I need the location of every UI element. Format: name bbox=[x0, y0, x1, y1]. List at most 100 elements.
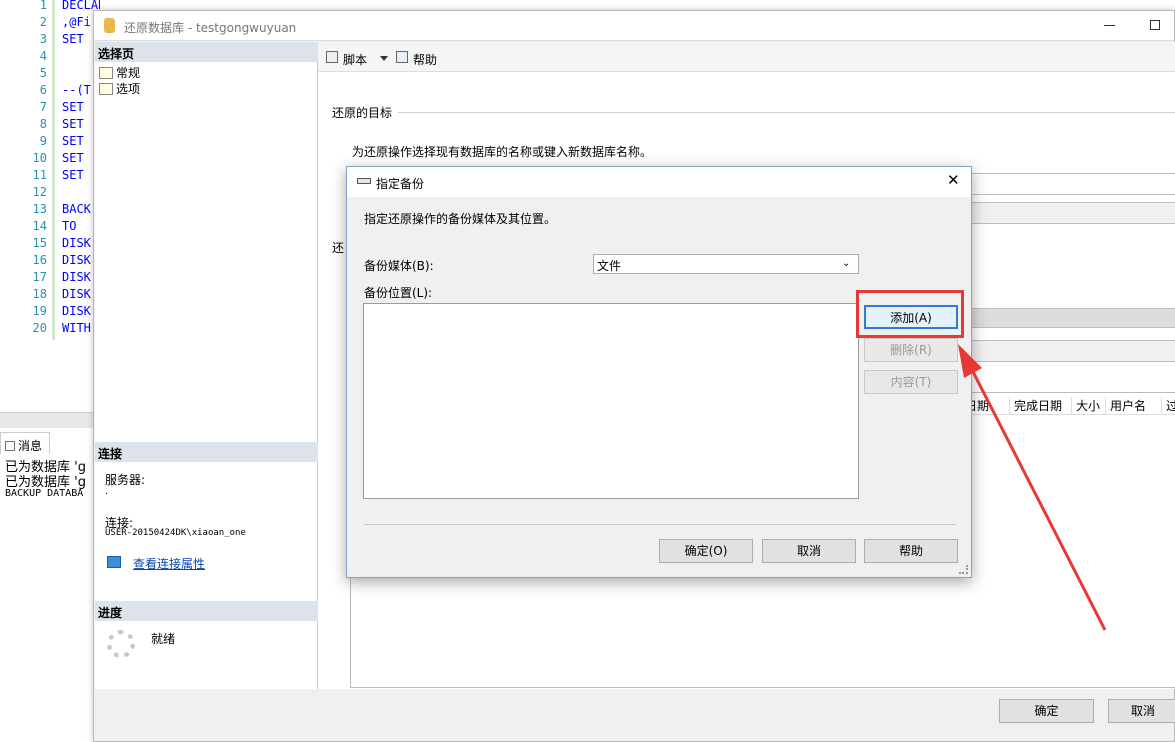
page-icon bbox=[99, 67, 113, 79]
minimize-icon[interactable] bbox=[1104, 25, 1115, 26]
connection-header: 连接 bbox=[95, 442, 318, 462]
restore-ok-button[interactable]: 确定 bbox=[999, 699, 1094, 723]
message-line: BACKUP DATABA bbox=[5, 488, 84, 499]
annotation-highlight-box bbox=[856, 290, 964, 338]
grid-column-header[interactable]: 用户名 bbox=[1105, 397, 1146, 414]
backup-media-label: 备份媒体(B): bbox=[364, 259, 434, 273]
code-line[interactable]: BACK bbox=[62, 201, 91, 218]
backup-location-list[interactable] bbox=[363, 303, 859, 499]
restore-toolbar: 脚本 帮助 bbox=[318, 42, 1175, 72]
line-number: 1 bbox=[39, 0, 47, 12]
dialog-title: 指定备份 bbox=[376, 177, 425, 191]
code-line[interactable]: SET bbox=[62, 133, 84, 150]
server-value: . bbox=[105, 486, 109, 497]
remove-button[interactable]: 删除(R) bbox=[864, 338, 958, 362]
database-icon bbox=[104, 18, 115, 33]
grid-header: 日期 完成日期 大小 用户名 过 bbox=[965, 395, 1175, 415]
restore-left-panel: 选择页 常规 选项 连接 服务器: . 连接: USER-20150424DK\… bbox=[95, 42, 318, 689]
restore-window-title: 还原数据库 - testgongwuyuan bbox=[124, 21, 297, 35]
view-connection-properties-link[interactable]: 查看连接属性 bbox=[133, 555, 205, 572]
restore-target-description: 为还原操作选择现有数据库的名称或键入新数据库名称。 bbox=[352, 145, 653, 159]
resize-grip-icon[interactable] bbox=[959, 565, 968, 574]
dialog-help-button[interactable]: 帮助 bbox=[864, 539, 958, 563]
page-item-options[interactable]: 选项 bbox=[99, 80, 140, 97]
line-number: 5 bbox=[39, 66, 47, 80]
progress-header: 进度 bbox=[95, 601, 318, 621]
dialog-icon bbox=[357, 178, 371, 184]
line-number: 11 bbox=[32, 168, 47, 182]
code-line[interactable]: ,@Fi bbox=[62, 14, 91, 31]
code-line[interactable]: DISK bbox=[62, 286, 91, 303]
page-icon bbox=[99, 83, 113, 95]
close-icon[interactable]: ✕ bbox=[947, 173, 960, 188]
group-divider bbox=[398, 112, 1175, 113]
maximize-icon[interactable] bbox=[1150, 20, 1160, 30]
code-line[interactable]: SET bbox=[62, 31, 84, 48]
restore-cancel-button[interactable]: 取消 bbox=[1108, 699, 1175, 723]
line-number: 8 bbox=[39, 117, 47, 131]
line-number: 3 bbox=[39, 32, 47, 46]
code-line[interactable]: SET bbox=[62, 167, 84, 184]
line-number: 17 bbox=[32, 270, 47, 284]
connection-value: USER-20150424DK\xiaoan_one bbox=[105, 528, 246, 538]
code-line[interactable]: SET bbox=[62, 150, 84, 167]
line-number: 15 bbox=[32, 236, 47, 250]
restore-source-label: 还 bbox=[332, 241, 345, 255]
page-item-label: 常规 bbox=[116, 66, 141, 80]
server-label: 服务器: bbox=[105, 473, 146, 487]
change-gutter bbox=[52, 0, 55, 340]
backup-media-select[interactable]: 文件 ⌄ bbox=[593, 254, 859, 274]
restore-target-label: 还原的目标 bbox=[332, 106, 393, 120]
page-item-label: 选项 bbox=[116, 82, 141, 96]
code-line[interactable]: SET bbox=[62, 116, 84, 133]
grid-column-header[interactable]: 大小 bbox=[1071, 397, 1100, 414]
line-number: 4 bbox=[39, 49, 47, 63]
code-line[interactable]: WITH bbox=[62, 320, 91, 337]
line-number: 2 bbox=[39, 15, 47, 29]
dialog-cancel-button[interactable]: 取消 bbox=[762, 539, 856, 563]
specify-backup-dialog: 指定备份 ✕ 指定还原操作的备份媒体及其位置。 备份媒体(B): 文件 ⌄ 备份… bbox=[346, 166, 972, 578]
chevron-down-icon: ⌄ bbox=[842, 258, 851, 269]
code-line[interactable]: DISK bbox=[62, 303, 91, 320]
line-number: 13 bbox=[32, 202, 47, 216]
code-line[interactable]: SET bbox=[62, 99, 84, 116]
contents-button[interactable]: 内容(T) bbox=[864, 370, 958, 394]
line-number: 9 bbox=[39, 134, 47, 148]
connection-properties-icon bbox=[107, 556, 121, 568]
dialog-divider bbox=[364, 524, 956, 525]
page-item-general[interactable]: 常规 bbox=[99, 64, 140, 81]
messages-tab[interactable]: 消息 bbox=[0, 432, 50, 454]
code-line[interactable]: DISK bbox=[62, 269, 91, 286]
messages-icon bbox=[5, 441, 15, 451]
editor-horizontal-scrollbar[interactable] bbox=[0, 412, 100, 428]
backup-media-value: 文件 bbox=[597, 259, 622, 273]
messages-tab-label: 消息 bbox=[18, 439, 43, 453]
progress-spinner-icon bbox=[107, 630, 135, 658]
dialog-titlebar: 指定备份 ✕ bbox=[347, 167, 971, 197]
line-number: 6 bbox=[39, 83, 47, 97]
script-button[interactable]: 脚本 bbox=[343, 51, 367, 68]
line-number: 20 bbox=[32, 321, 47, 335]
code-line[interactable]: TO bbox=[62, 218, 76, 235]
sql-editor[interactable]: 1DECLARE @CurrentTime VARCHAR(50), @File… bbox=[0, 0, 100, 412]
line-number: 10 bbox=[32, 151, 47, 165]
backup-location-label: 备份位置(L): bbox=[364, 286, 433, 300]
line-number: 7 bbox=[39, 100, 47, 114]
code-line[interactable]: --(T bbox=[62, 82, 91, 99]
chevron-down-icon[interactable] bbox=[380, 56, 388, 61]
select-page-header: 选择页 bbox=[95, 42, 318, 62]
restore-window-titlebar: 还原数据库 - testgongwuyuan bbox=[94, 11, 1174, 41]
grid-column-header[interactable]: 过 bbox=[1161, 397, 1175, 414]
line-number: 12 bbox=[32, 185, 47, 199]
dialog-ok-button[interactable]: 确定(O) bbox=[659, 539, 753, 563]
script-icon bbox=[326, 51, 338, 63]
code-line[interactable]: DISK bbox=[62, 252, 91, 269]
line-number: 16 bbox=[32, 253, 47, 267]
help-icon bbox=[396, 51, 408, 63]
code-line[interactable]: DISK bbox=[62, 235, 91, 252]
progress-status: 就绪 bbox=[151, 632, 176, 646]
help-button[interactable]: 帮助 bbox=[413, 51, 437, 68]
line-number: 14 bbox=[32, 219, 47, 233]
line-number: 19 bbox=[32, 304, 47, 318]
grid-column-header[interactable]: 完成日期 bbox=[1009, 397, 1062, 414]
